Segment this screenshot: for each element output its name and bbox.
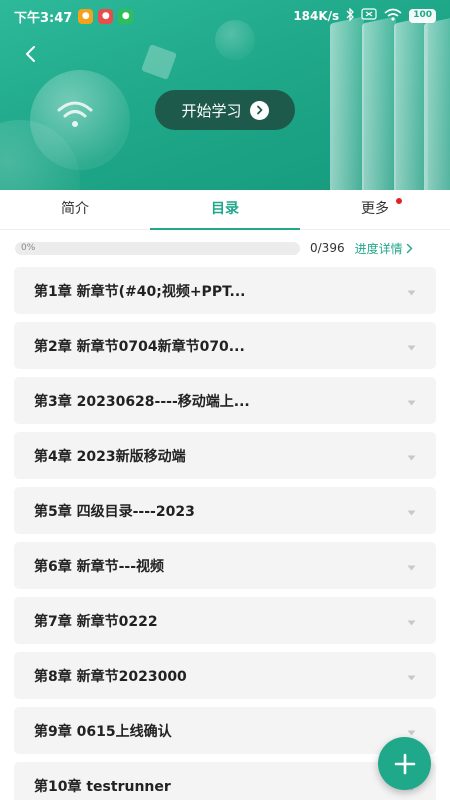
chapter-item[interactable]: 第6章 新章节---视频 [14,542,436,589]
tab-label: 目录 [211,201,239,217]
caret-down-icon [407,391,416,410]
progress-percent: 0% [21,242,36,253]
chapter-title: 第7章 新章节0222 [34,613,158,630]
chapter-item[interactable]: 第2章 新章节0704新章节070... [14,322,436,369]
add-button[interactable] [378,737,431,790]
start-learning-button[interactable]: 开始学习 [155,90,295,130]
sim-icon [361,8,377,24]
chapter-title: 第6章 新章节---视频 [34,558,165,575]
notification-app-icon: ● [98,8,114,24]
status-bar: 下午3:47 ● ● ● 184K/s 100 [0,0,450,32]
notification-app-icon: ● [78,8,94,24]
chapter-item[interactable]: 第9章 0615上线确认 [14,707,436,754]
chapter-title: 第5章 四级目录----2023 [34,503,195,520]
tab-catalog[interactable]: 目录 [150,190,300,230]
chapter-item[interactable]: 第8章 新章节2023000 [14,652,436,699]
chapter-item[interactable]: 第4章 2023新版移动端 [14,432,436,479]
chapter-title: 第3章 20230628----移动端上... [34,393,250,410]
wifi-status-icon [384,8,402,25]
battery-indicator: 100 [409,9,436,23]
chapter-title: 第9章 0615上线确认 [34,723,172,740]
chapter-title: 第4章 2023新版移动端 [34,448,186,465]
caret-down-icon [407,556,416,575]
start-learning-label: 开始学习 [181,101,242,120]
chevron-right-icon [406,243,413,253]
chapter-list: 第1章 新章节(#40;视频+PPT... 第2章 新章节0704新章节070..… [14,267,436,800]
tab-bar: 简介 目录 更多 [0,190,450,230]
decorative-cube [141,44,177,80]
progress-bar: 0% [15,241,300,255]
caret-down-icon [407,666,416,685]
caret-down-icon [407,611,416,630]
chapter-title: 第2章 新章节0704新章节070... [34,338,245,355]
progress-detail-link[interactable]: 进度详情 [355,240,413,257]
chapter-item[interactable]: 第10章 testrunner [14,762,436,800]
caret-down-icon [407,501,416,520]
progress-row: 0% 0/396 进度详情 [15,238,435,258]
tab-label: 简介 [61,201,89,217]
tab-intro[interactable]: 简介 [0,190,150,229]
chevron-left-icon [26,46,35,62]
back-button[interactable] [16,40,44,68]
tab-more[interactable]: 更多 [300,190,450,229]
caret-down-icon [407,281,416,300]
progress-detail-label: 进度详情 [354,241,403,256]
chapter-item[interactable]: 第1章 新章节(#40;视频+PPT... [14,267,436,314]
caret-down-icon [407,336,416,355]
bluetooth-icon [346,6,355,25]
chapter-title: 第8章 新章节2023000 [34,668,187,685]
status-time: 下午3:47 [14,10,73,26]
notification-badge [396,198,402,204]
plus-icon [394,753,415,774]
wifi-decoration-icon [55,98,95,132]
chapter-title: 第10章 testrunner [34,778,171,795]
chapter-item[interactable]: 第7章 新章节0222 [14,597,436,644]
tab-label: 更多 [361,201,389,217]
arrow-right-icon [249,100,269,120]
caret-down-icon [407,446,416,465]
chapter-item[interactable]: 第3章 20230628----移动端上... [14,377,436,424]
network-speed: 184K/s [293,9,340,23]
progress-count: 0/396 [310,241,345,255]
chapter-item[interactable]: 第5章 四级目录----2023 [14,487,436,534]
notification-app-icon: ● [118,8,134,24]
chapter-title: 第1章 新章节(#40;视频+PPT... [34,283,246,300]
